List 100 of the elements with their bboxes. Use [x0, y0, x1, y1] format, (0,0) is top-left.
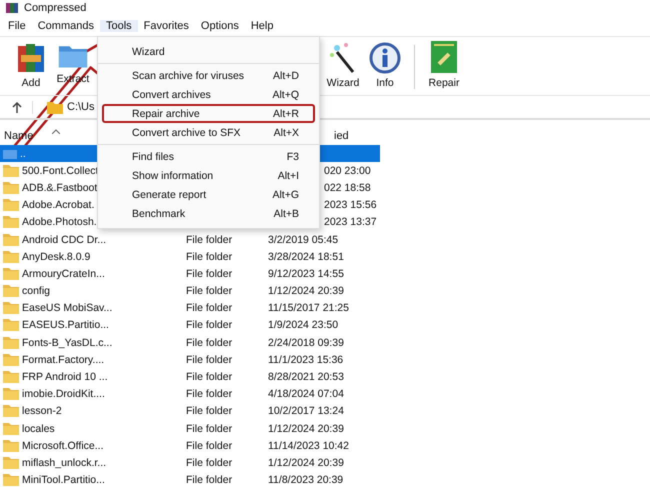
shortcut: F3 [286, 150, 299, 162]
file-name[interactable]: FRP Android 10 ... [22, 371, 108, 384]
file-type: File folder [186, 250, 232, 263]
modified-date: 1/12/2024 20:39 [268, 422, 344, 435]
column-header[interactable]: ied [334, 130, 349, 145]
modified-date: 020 23:00 [324, 164, 371, 177]
file-name[interactable]: Fonts-B_YasDL.c... [22, 336, 112, 349]
file-type: File folder [186, 440, 232, 452]
folder-icon [3, 250, 19, 263]
toolbar-button[interactable]: Wizard [326, 42, 360, 89]
menu-entry[interactable]: Scan archive for viruses Alt+D [102, 66, 315, 85]
magic-wand-icon [329, 42, 357, 74]
file-type: File folder [186, 354, 232, 366]
file-name[interactable]: .. [20, 148, 26, 160]
toolbar-button[interactable]: Repair [427, 40, 461, 89]
menu-entry[interactable]: Convert archive to SFX Alt+X [102, 123, 315, 142]
file-type: File folder [186, 405, 232, 418]
info-icon [369, 42, 401, 74]
menu-entry[interactable]: Repair archive Alt+R [102, 104, 315, 123]
file-type: File folder [186, 234, 232, 246]
toolbar-button[interactable]: Add [14, 42, 48, 89]
file-name[interactable]: Microsoft.Office... [22, 440, 104, 452]
menu-item[interactable]: File [2, 20, 32, 32]
menu-item[interactable]: Help [244, 20, 280, 32]
modified-date: 3/2/2019 05:45 [268, 234, 338, 246]
file-name[interactable]: AnyDesk.8.0.9 [22, 250, 90, 263]
file-name[interactable]: imobie.DroidKit.... [22, 388, 105, 400]
file-name[interactable]: miflash_unlock.r... [22, 456, 106, 469]
book-icon [430, 40, 458, 74]
folder-icon [3, 474, 19, 486]
folder-icon [3, 285, 19, 298]
file-name[interactable]: ArmouryCrateIn... [22, 268, 105, 280]
folder-icon [3, 199, 19, 212]
file-name[interactable]: EaseUS MobiSav... [22, 302, 112, 314]
modified-date: 022 18:58 [324, 182, 371, 194]
file-type: File folder [186, 388, 232, 400]
toolbar-button[interactable]: Info [368, 42, 402, 89]
menu-entry[interactable]: Generate report Alt+G [102, 185, 315, 204]
folder-icon [3, 268, 19, 280]
menu-entry[interactable]: Show information Alt+I [102, 166, 315, 185]
shortcut: Alt+I [278, 170, 299, 182]
modified-date: 11/15/2017 21:25 [268, 302, 349, 314]
modified-date: 2/24/2018 09:39 [268, 336, 344, 349]
window-title: Compressed [24, 2, 86, 14]
file-name[interactable]: 500.Font.Collect [22, 164, 98, 177]
modified-date: 4/18/2024 07:04 [268, 388, 344, 400]
file-name[interactable]: config [22, 285, 50, 298]
folder-icon [3, 405, 19, 418]
menu-entry[interactable]: Wizard [102, 42, 315, 61]
shortcut: Alt+G [272, 188, 299, 200]
menu-entry[interactable]: Benchmark Alt+B [102, 204, 315, 223]
folder-icon [3, 422, 19, 435]
menu-item[interactable]: Tools [100, 20, 138, 32]
file-name[interactable]: ADB.&.Fastboot [22, 182, 98, 194]
file-name[interactable]: lesson-2 [22, 405, 62, 418]
menu-entry[interactable]: Find files F3 [102, 147, 315, 166]
file-name[interactable]: Android CDC Dr... [22, 234, 106, 246]
folder-icon [3, 371, 19, 384]
file-name[interactable]: locales [22, 422, 55, 435]
file-name[interactable]: EASEUS.Partitio... [22, 319, 109, 332]
file-type: File folder [186, 474, 232, 486]
file-type: File folder [186, 371, 232, 384]
modified-date: 11/14/2023 10:42 [268, 440, 349, 452]
shortcut: Alt+D [273, 70, 299, 82]
folder-icon [3, 388, 19, 400]
file-name[interactable]: Adobe.Photosh. [22, 216, 97, 228]
parent-folder-icon [3, 148, 17, 160]
app-icon [6, 2, 18, 12]
folder-icon [3, 336, 19, 349]
file-type: File folder [186, 422, 232, 435]
folder-icon [3, 440, 19, 452]
folder-icon [3, 182, 19, 194]
modified-date: 11/1/2023 15:36 [268, 354, 344, 366]
file-name[interactable]: Format.Factory.... [22, 354, 104, 366]
shortcut: Alt+Q [272, 88, 299, 100]
file-type: File folder [186, 285, 232, 298]
modified-date: 10/2/2017 13:24 [268, 405, 344, 418]
folder-icon [3, 354, 19, 366]
file-name[interactable]: MiniTool.Partitio... [22, 474, 105, 486]
modified-date: 3/28/2024 18:51 [268, 250, 344, 263]
up-arrow-icon[interactable] [12, 102, 22, 112]
shortcut: Alt+R [273, 108, 299, 120]
folder-icon [3, 164, 19, 177]
modified-date: 1/12/2024 20:39 [268, 456, 344, 469]
file-type: File folder [186, 456, 232, 469]
address-field[interactable]: C:\Us [67, 101, 94, 113]
menu-entry[interactable]: Convert archives Alt+Q [102, 85, 315, 104]
modified-date: 9/12/2023 14:55 [268, 268, 344, 280]
menu-item[interactable]: Options [194, 20, 245, 32]
modified-date: 8/28/2021 20:53 [268, 371, 344, 384]
modified-date: 1/9/2024 23:50 [268, 319, 338, 332]
menu-item[interactable]: Commands [32, 20, 100, 32]
file-name[interactable]: Adobe.Acrobat. [22, 199, 94, 212]
menu-item[interactable]: Favorites [138, 20, 195, 32]
folder-icon [3, 234, 19, 246]
shortcut: Alt+B [274, 208, 299, 220]
file-type: File folder [186, 268, 232, 280]
file-type: File folder [186, 302, 232, 314]
shortcut: Alt+X [274, 126, 299, 138]
folder-icon [3, 302, 19, 314]
